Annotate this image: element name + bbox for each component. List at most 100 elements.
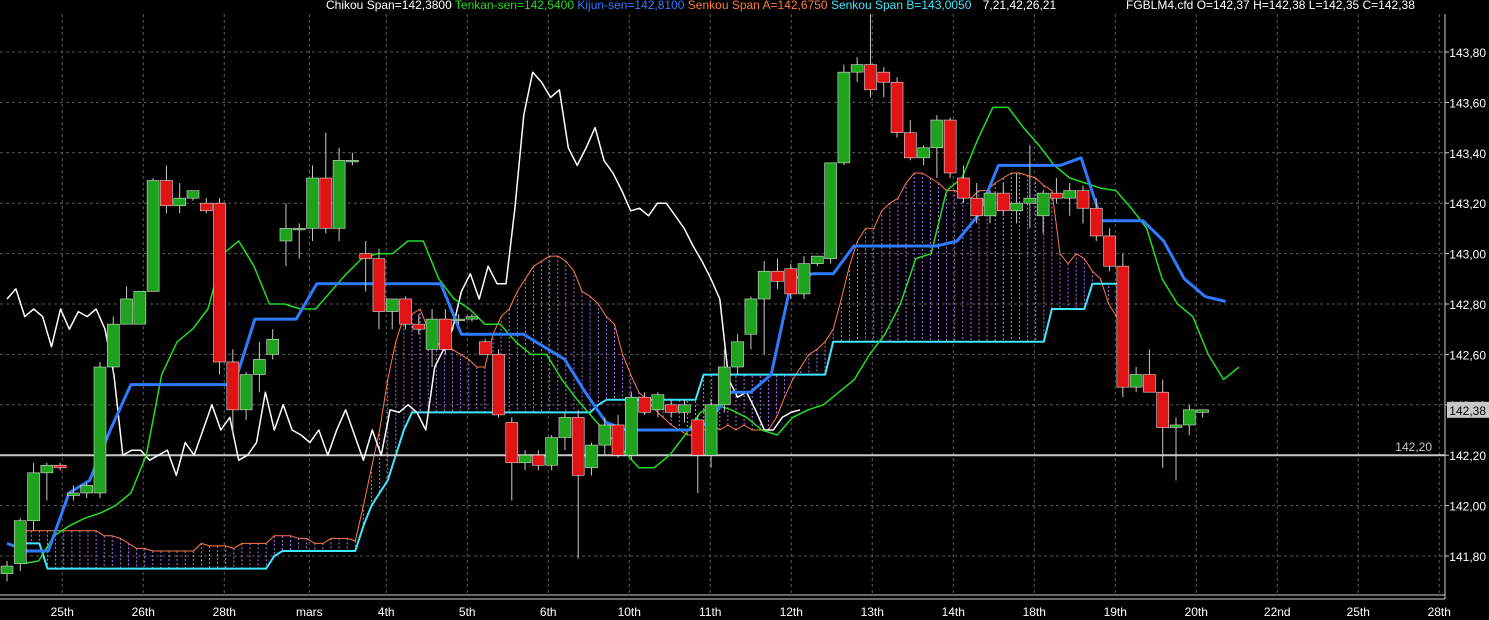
legend-params: 7,21,42,26,21 bbox=[982, 0, 1057, 12]
legend-ohlc: FGBLM4.cfd O=142,37 H=142,38 L=142,35 C=… bbox=[1126, 0, 1415, 12]
y-tick-label: 143,80 bbox=[1449, 46, 1486, 60]
x-tick-label: 18th bbox=[1023, 605, 1046, 619]
candle-up bbox=[1182, 409, 1196, 426]
x-tick-label: 28th bbox=[213, 605, 236, 619]
candle-down bbox=[372, 258, 386, 312]
candle-up bbox=[40, 464, 54, 474]
candle-up bbox=[811, 255, 824, 264]
legend-kijun: Kijun-sen=142,8100 bbox=[577, 0, 685, 12]
y-tick-label: 143,40 bbox=[1449, 147, 1486, 161]
candle-down bbox=[532, 454, 545, 466]
y-tick-label: 142,60 bbox=[1449, 348, 1486, 362]
legend: Chikou Span=142,3800 Tenkan-sen=142,5400… bbox=[326, 0, 1415, 12]
candle-up bbox=[757, 270, 771, 300]
candle-up bbox=[1129, 374, 1143, 388]
candle-down bbox=[904, 132, 917, 159]
candle-up bbox=[332, 160, 346, 229]
candle-down bbox=[1076, 190, 1090, 209]
legend-senkou-b: Senkou Span B=143,0050 bbox=[830, 0, 972, 12]
candle-up bbox=[824, 162, 837, 259]
candle-up bbox=[625, 396, 638, 456]
x-tick-label: 22nd bbox=[1264, 605, 1291, 619]
candle-up bbox=[1010, 202, 1023, 212]
x-tick-label: 28th bbox=[1428, 605, 1451, 619]
candle-down bbox=[199, 202, 213, 212]
candle-up bbox=[13, 520, 27, 564]
legend-tenkan: Tenkan-sen=142,5400 bbox=[454, 0, 575, 12]
x-tick-label: 11th bbox=[699, 605, 721, 619]
candle-up bbox=[385, 298, 399, 312]
x-tick-label: 25th bbox=[1347, 605, 1370, 619]
legend-senkou-a: Senkou Span A=142,6750 bbox=[687, 0, 828, 12]
candle-down bbox=[996, 192, 1010, 212]
candle-up bbox=[253, 359, 266, 375]
candle-up bbox=[1196, 409, 1209, 413]
candle-up bbox=[983, 192, 997, 217]
candle-up bbox=[1036, 192, 1050, 217]
y-tick-label: 141,80 bbox=[1449, 550, 1486, 564]
candle-down bbox=[638, 396, 651, 413]
ichimoku-chart: 142,20 141,80142,00142,20142,40142,60142… bbox=[0, 0, 1489, 620]
candle-down bbox=[319, 177, 333, 229]
candle-up bbox=[518, 454, 532, 464]
candle-up bbox=[465, 316, 479, 320]
candle-up bbox=[718, 366, 731, 406]
candle-up bbox=[133, 291, 147, 325]
candle-up bbox=[452, 318, 465, 321]
candle-up bbox=[266, 338, 279, 355]
x-tick-label: 26th bbox=[132, 605, 155, 619]
candle-up bbox=[106, 323, 120, 368]
candle-down bbox=[399, 298, 412, 325]
candle-down bbox=[784, 268, 798, 295]
candle-down bbox=[877, 71, 891, 83]
candle-up bbox=[173, 197, 186, 207]
candle-down bbox=[611, 424, 625, 456]
x-tick-label: 4th bbox=[378, 605, 395, 619]
candle-down bbox=[771, 270, 784, 282]
candle-down bbox=[492, 354, 505, 416]
current-price-label: 142,38 bbox=[1449, 404, 1486, 418]
candle-down bbox=[478, 341, 492, 355]
candle-down bbox=[1050, 192, 1063, 199]
candle-up bbox=[651, 394, 665, 411]
x-tick-label: 6th bbox=[540, 605, 557, 619]
candle-up bbox=[850, 64, 864, 73]
candle-down bbox=[1103, 235, 1116, 267]
candle-down bbox=[213, 202, 226, 363]
candle-down bbox=[359, 253, 372, 259]
x-tick-label: 19th bbox=[1104, 605, 1127, 619]
y-tick-label: 142,80 bbox=[1449, 298, 1486, 312]
candle-down bbox=[957, 177, 970, 199]
candle-up bbox=[797, 263, 811, 295]
candle-up bbox=[744, 298, 758, 335]
candle-up bbox=[558, 417, 572, 438]
candle-up bbox=[704, 404, 718, 456]
candle-up bbox=[67, 492, 80, 496]
x-tick-label: mars bbox=[296, 605, 323, 619]
candle-up bbox=[585, 444, 598, 469]
candle-up bbox=[306, 177, 319, 229]
candle-down bbox=[439, 318, 452, 350]
x-tick-label: 10th bbox=[618, 605, 641, 619]
candle-down bbox=[571, 417, 585, 476]
candle-up bbox=[80, 485, 94, 494]
x-tick-label: 14th bbox=[942, 605, 965, 619]
candle-up bbox=[0, 565, 14, 574]
candle-up bbox=[731, 341, 744, 368]
candle-up bbox=[425, 318, 439, 350]
candle-down bbox=[505, 422, 519, 464]
candle-up bbox=[1169, 424, 1183, 428]
candle-up bbox=[598, 424, 612, 446]
candle-down bbox=[1116, 265, 1130, 388]
candle-down bbox=[53, 464, 67, 469]
candle-up bbox=[1023, 197, 1037, 204]
candle-up bbox=[917, 147, 930, 159]
candle-down bbox=[1143, 374, 1156, 393]
x-tick-label: 25th bbox=[51, 605, 74, 619]
x-tick-label: 13th bbox=[861, 605, 884, 619]
candle-up bbox=[27, 472, 40, 522]
y-tick-label: 143,60 bbox=[1449, 96, 1486, 110]
candle-up bbox=[279, 228, 293, 242]
x-tick-label: 12th bbox=[780, 605, 803, 619]
candle-up bbox=[1063, 190, 1077, 199]
